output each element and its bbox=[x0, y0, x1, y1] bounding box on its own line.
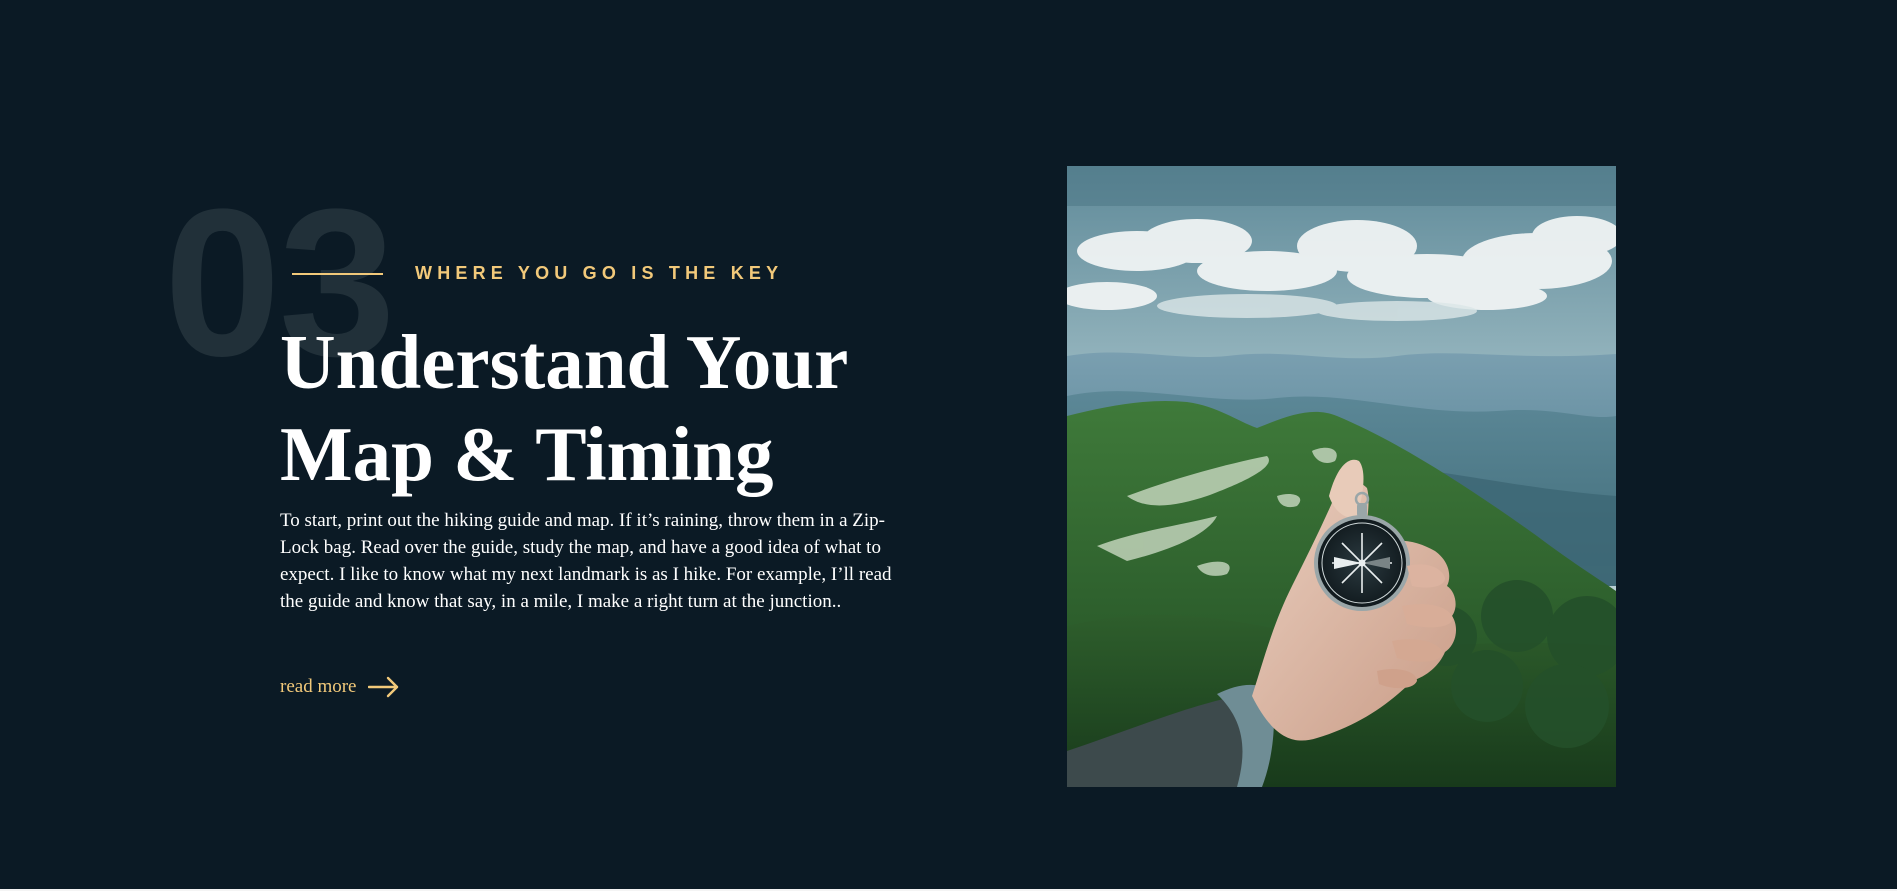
eyebrow: WHERE YOU GO IS THE KEY bbox=[292, 263, 783, 284]
eyebrow-label: WHERE YOU GO IS THE KEY bbox=[415, 263, 784, 283]
read-more-label: read more bbox=[280, 676, 357, 697]
hero-image-compass-mountains bbox=[1067, 166, 1616, 787]
arrow-right-icon bbox=[368, 676, 400, 698]
section-title: Understand Your Map & Timing bbox=[280, 316, 920, 500]
section-title-line-1: Understand Your bbox=[280, 319, 849, 405]
feature-section: 03 WHERE YOU GO IS THE KEY Understand Yo… bbox=[0, 0, 1897, 891]
section-title-line-2: Map & Timing bbox=[280, 411, 774, 497]
eyebrow-divider bbox=[292, 272, 383, 275]
read-more-link[interactable]: read more bbox=[280, 676, 400, 698]
section-body: To start, print out the hiking guide and… bbox=[280, 510, 892, 612]
